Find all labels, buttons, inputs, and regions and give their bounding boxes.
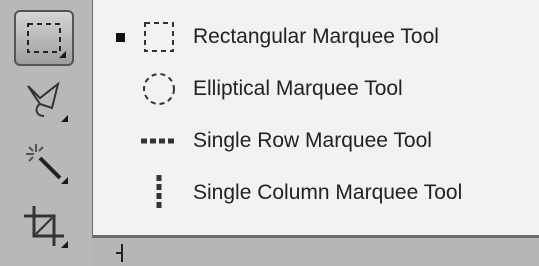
single-row-marquee-icon	[137, 119, 181, 163]
single-column-marquee-icon	[137, 171, 181, 215]
more-tools-indicator	[61, 115, 68, 122]
marquee-tools-flyout-menu: Rectangular Marquee Tool Elliptical Marq…	[92, 0, 539, 238]
more-tools-indicator	[61, 241, 68, 248]
menu-item-label: Rectangular Marquee Tool	[193, 25, 439, 48]
rectangular-marquee-icon	[137, 15, 181, 59]
menu-item-label: Single Column Marquee Tool	[193, 181, 463, 204]
ruler-mark	[116, 244, 127, 262]
menu-item-single-column-marquee[interactable]: Single Column Marquee Tool	[93, 166, 539, 220]
menu-item-label: Elliptical Marquee Tool	[193, 77, 403, 100]
crop-tool-button[interactable]	[14, 198, 74, 254]
lasso-icon	[27, 81, 60, 117]
tools-panel	[0, 0, 93, 266]
lasso-tool-button[interactable]	[14, 72, 74, 128]
magic-wand-icon	[26, 144, 62, 180]
rectangular-marquee-icon	[27, 23, 61, 53]
selected-bullet-icon	[116, 32, 125, 42]
crop-icon	[24, 206, 64, 246]
menu-item-rectangular-marquee[interactable]: Rectangular Marquee Tool	[93, 10, 539, 64]
menu-item-label: Single Row Marquee Tool	[193, 129, 432, 152]
elliptical-marquee-icon	[137, 67, 181, 111]
canvas-edge	[92, 238, 539, 266]
more-tools-indicator	[59, 51, 66, 58]
menu-item-single-row-marquee[interactable]: Single Row Marquee Tool	[93, 114, 539, 168]
magic-wand-tool-button[interactable]	[14, 134, 74, 190]
menu-item-elliptical-marquee[interactable]: Elliptical Marquee Tool	[93, 62, 539, 116]
more-tools-indicator	[61, 177, 68, 184]
rectangular-marquee-tool-button[interactable]	[14, 10, 74, 66]
